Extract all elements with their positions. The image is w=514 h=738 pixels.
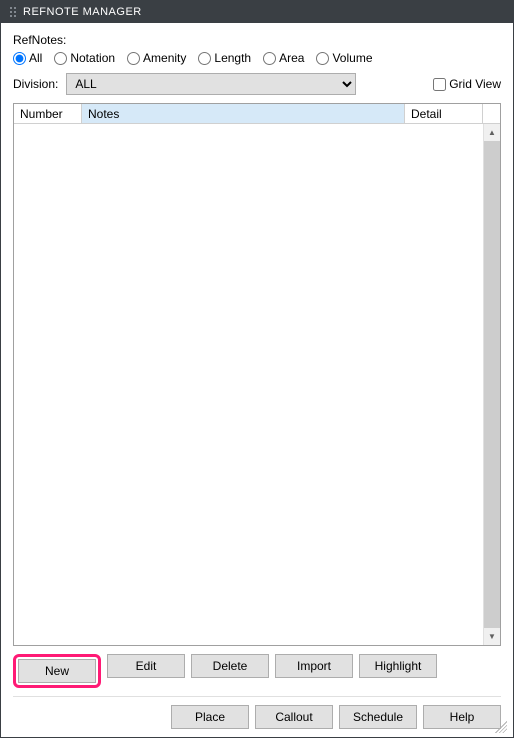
filter-length[interactable]: Length (198, 51, 251, 65)
import-button[interactable]: Import (275, 654, 353, 678)
scroll-down-icon[interactable]: ▼ (484, 628, 500, 645)
column-scroll-spacer (483, 104, 500, 124)
filter-notation[interactable]: Notation (54, 51, 115, 65)
scroll-track[interactable] (484, 141, 500, 628)
filter-area[interactable]: Area (263, 51, 304, 65)
filter-length-label: Length (214, 51, 251, 65)
filter-volume[interactable]: Volume (316, 51, 372, 65)
grip-icon (9, 6, 17, 18)
division-select[interactable]: ALL (66, 73, 356, 95)
column-notes[interactable]: Notes (82, 104, 405, 124)
table-header: Number Notes Detail (14, 104, 500, 124)
highlight-button[interactable]: Highlight (359, 654, 437, 678)
scroll-up-icon[interactable]: ▲ (484, 124, 500, 141)
filter-all-label: All (29, 51, 42, 65)
gridview-toggle[interactable]: Grid View (433, 77, 501, 91)
refnotes-label: RefNotes: (13, 33, 501, 47)
filter-all-radio[interactable] (13, 52, 26, 65)
action-button-row: New Edit Delete Import Highlight (13, 654, 501, 688)
division-label: Division: (13, 77, 58, 91)
bottom-button-row: Place Callout Schedule Help (13, 696, 501, 729)
filter-volume-radio[interactable] (316, 52, 329, 65)
filter-area-radio[interactable] (263, 52, 276, 65)
titlebar[interactable]: REFNOTE MANAGER (1, 1, 513, 23)
help-button[interactable]: Help (423, 705, 501, 729)
callout-button[interactable]: Callout (255, 705, 333, 729)
edit-button[interactable]: Edit (107, 654, 185, 678)
delete-button[interactable]: Delete (191, 654, 269, 678)
filter-length-radio[interactable] (198, 52, 211, 65)
filter-amenity[interactable]: Amenity (127, 51, 186, 65)
filter-amenity-radio[interactable] (127, 52, 140, 65)
table-body[interactable] (14, 124, 500, 645)
schedule-button[interactable]: Schedule (339, 705, 417, 729)
column-number[interactable]: Number (14, 104, 82, 124)
scroll-thumb[interactable] (484, 141, 500, 628)
new-button[interactable]: New (18, 659, 96, 683)
column-detail[interactable]: Detail (405, 104, 483, 124)
gridview-checkbox[interactable] (433, 78, 446, 91)
filter-area-label: Area (279, 51, 304, 65)
filter-all[interactable]: All (13, 51, 42, 65)
filter-row: All Notation Amenity Length Area Volume (13, 51, 501, 65)
refnotes-table: Number Notes Detail ▲ ▼ (13, 103, 501, 646)
filter-amenity-label: Amenity (143, 51, 186, 65)
annotation-highlight: New (13, 654, 101, 688)
gridview-label: Grid View (449, 77, 501, 91)
place-button[interactable]: Place (171, 705, 249, 729)
vertical-scrollbar[interactable]: ▲ ▼ (483, 124, 500, 645)
filter-notation-label: Notation (70, 51, 115, 65)
filter-volume-label: Volume (332, 51, 372, 65)
window-title: REFNOTE MANAGER (23, 6, 142, 18)
filter-notation-radio[interactable] (54, 52, 67, 65)
refnote-manager-window: REFNOTE MANAGER RefNotes: All Notation A… (0, 0, 514, 738)
division-row: Division: ALL Grid View (13, 73, 501, 95)
content-area: RefNotes: All Notation Amenity Length Ar… (1, 23, 513, 737)
